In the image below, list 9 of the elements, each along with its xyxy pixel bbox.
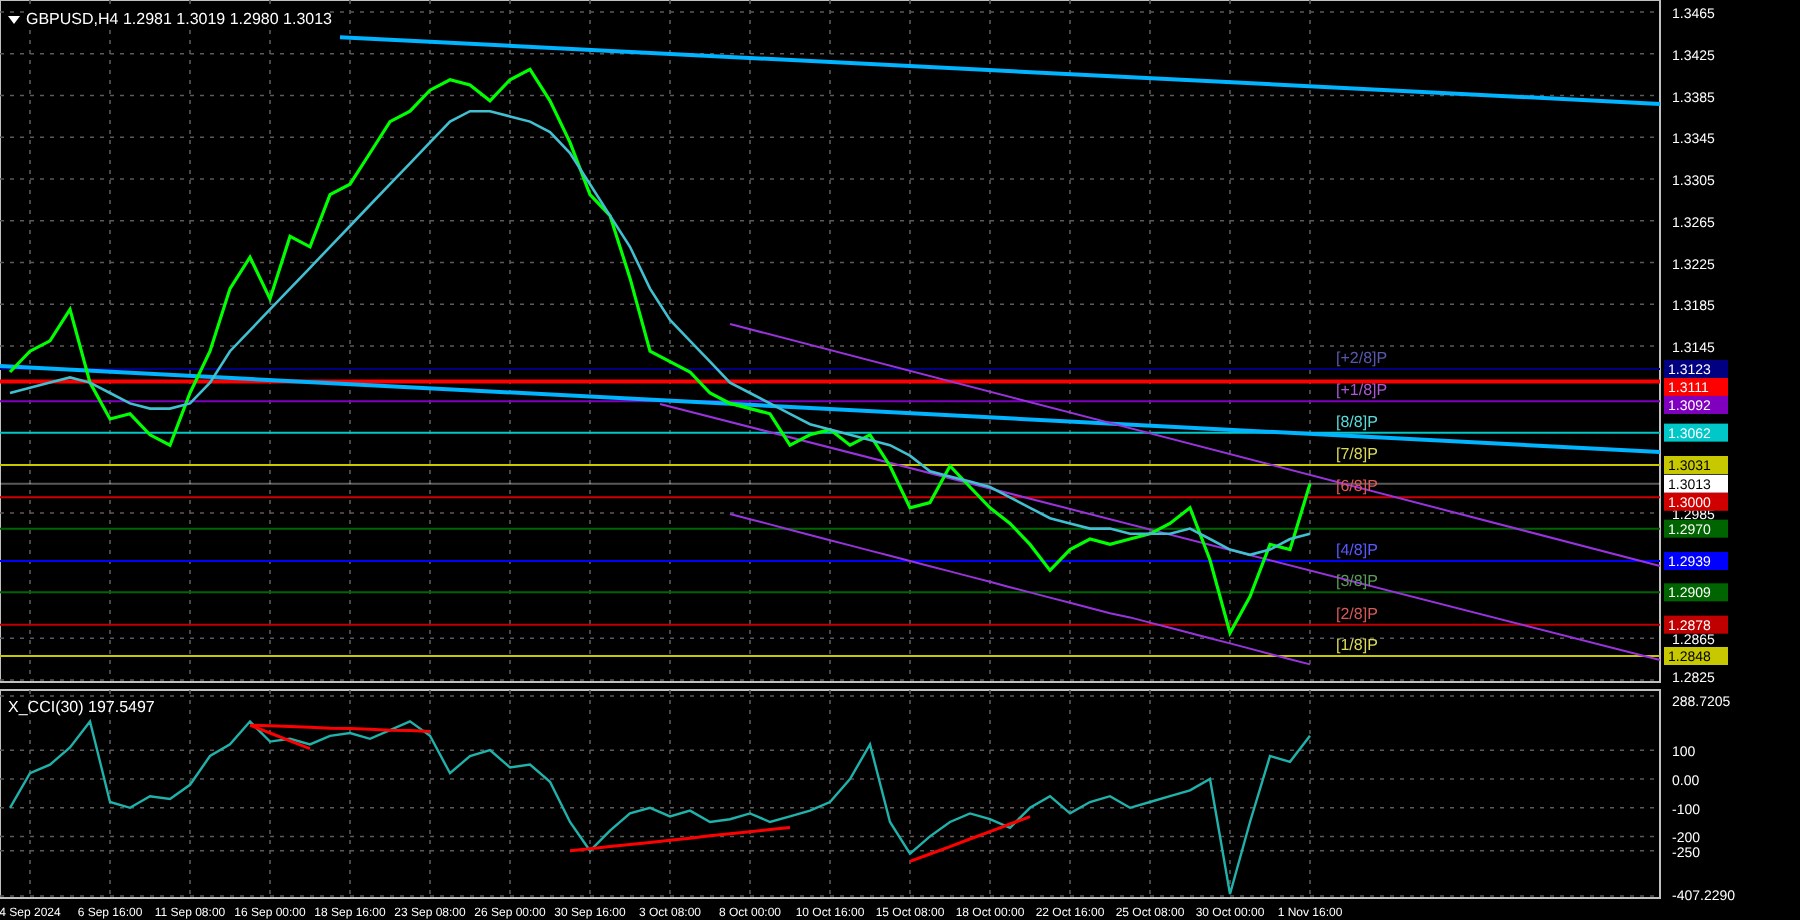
level-label: [7/8]P (1336, 445, 1378, 463)
level-label: [2/8]P (1336, 604, 1378, 623)
level-label: [+2/8]P (1336, 348, 1388, 367)
indicator-title: X_CCI(30) 197.5497 (8, 698, 155, 716)
chart-title: GBPUSD,H4 1.2981 1.3019 1.2980 1.3013 (24, 6, 332, 28)
level-label: [8/8]P (1336, 412, 1378, 431)
level-label: [4/8]P (1336, 541, 1378, 559)
level-label: [1/8]P (1336, 636, 1378, 654)
level-label: [+1/8]P (1336, 381, 1388, 400)
